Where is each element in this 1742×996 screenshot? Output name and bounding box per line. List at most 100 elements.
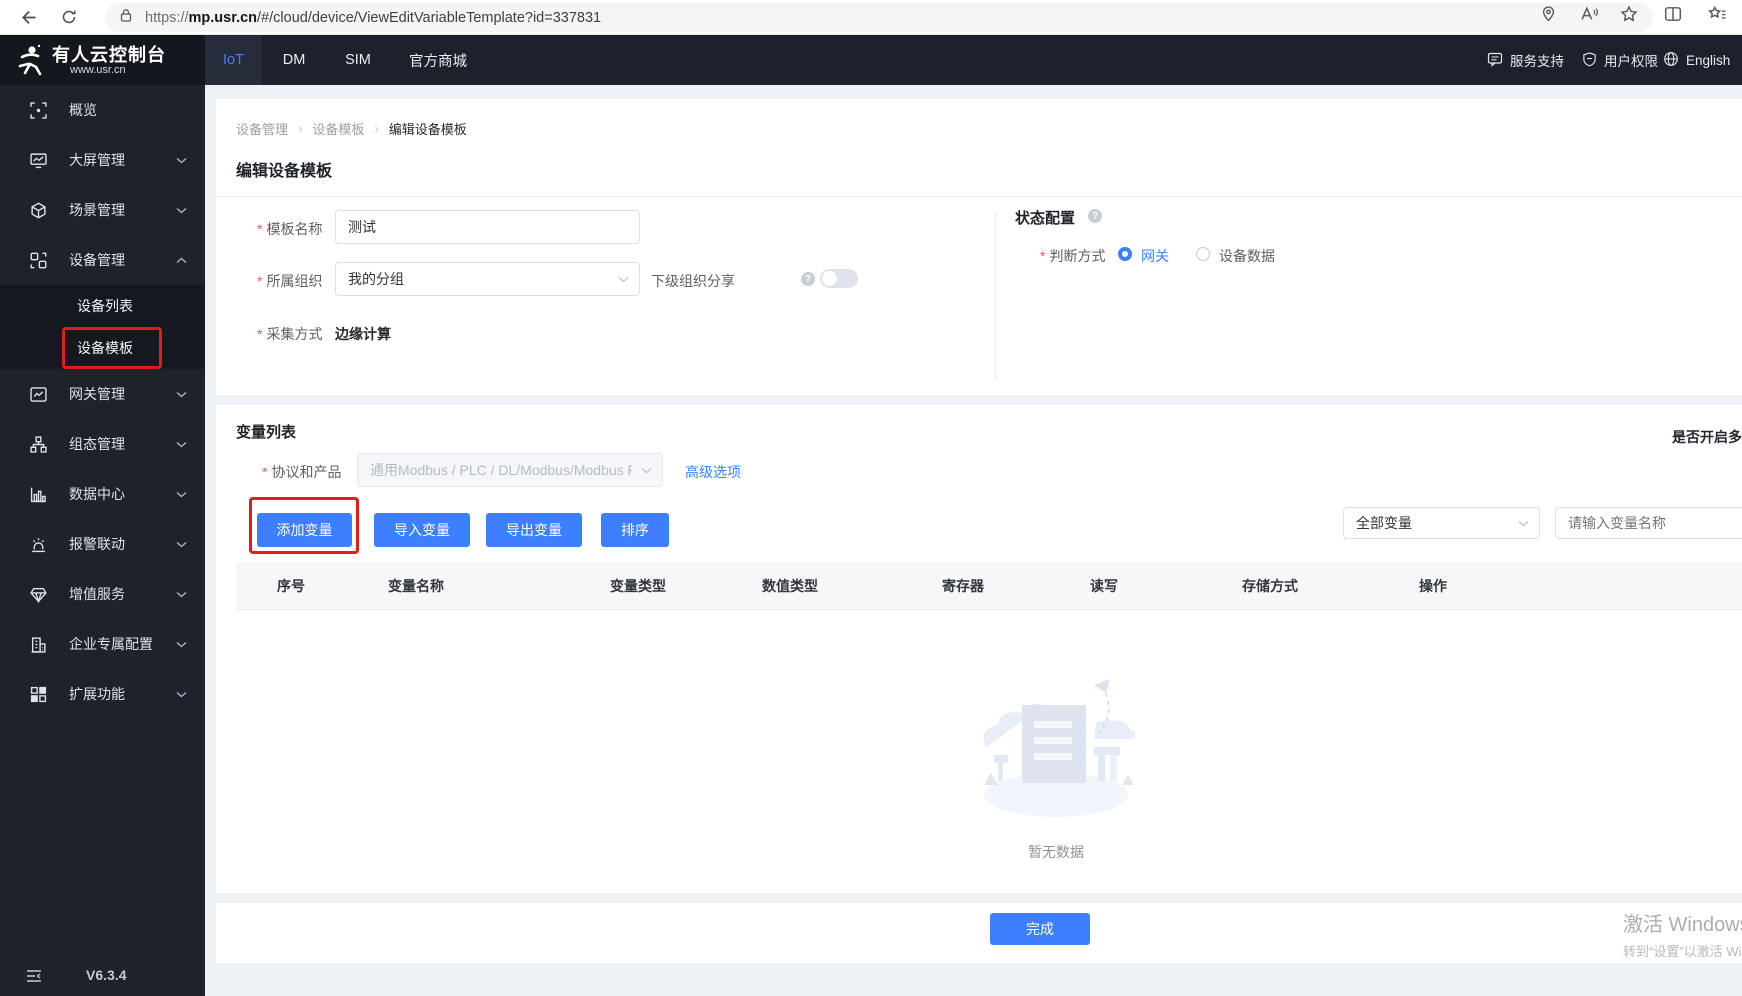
- chevron-down-icon: [176, 391, 187, 397]
- sidebar-item-screen-mgmt[interactable]: 大屏管理: [0, 135, 205, 185]
- scene-icon: [31, 201, 46, 219]
- col-index: 序号: [277, 578, 305, 594]
- col-storage-mode: 存储方式: [1242, 578, 1298, 594]
- sidebar-item-data-center[interactable]: 数据中心: [0, 469, 205, 519]
- tab-dm[interactable]: DM: [268, 35, 320, 85]
- variable-list-title: 变量列表: [236, 424, 297, 441]
- user-permissions-menu[interactable]: 用户权限: [1582, 35, 1658, 85]
- chevron-down-icon: [1518, 520, 1529, 526]
- chevron-down-icon: [176, 157, 187, 163]
- device-icon: [30, 252, 47, 268]
- add-variable-button[interactable]: 添加变量: [257, 513, 352, 547]
- chevron-down-icon: [176, 641, 187, 647]
- windows-activation-watermark: 激活 Windows 转到“设置”以激活 Windows: [1623, 908, 1742, 960]
- export-variable-button[interactable]: 导出变量: [486, 513, 582, 547]
- col-register: 寄存器: [942, 578, 984, 594]
- breadcrumb-device-mgmt[interactable]: 设备管理: [236, 119, 288, 138]
- tab-sim[interactable]: SIM: [328, 35, 388, 85]
- breadcrumb-device-template[interactable]: 设备模板: [312, 119, 364, 138]
- tab-official-mall[interactable]: 官方商城: [398, 35, 478, 85]
- sidebar-item-device-template[interactable]: 设备模板: [0, 327, 205, 369]
- radio-device-data[interactable]: [1196, 247, 1210, 261]
- location-pin-icon[interactable]: [1540, 5, 1560, 25]
- language-menu[interactable]: English: [1663, 35, 1730, 85]
- empty-state-illustration: [983, 679, 1136, 817]
- col-actions: 操作: [1419, 578, 1447, 594]
- sidebar-item-scene-mgmt[interactable]: 场景管理: [0, 185, 205, 235]
- shield-icon: [1582, 51, 1597, 70]
- sidebar: 概览 大屏管理 场景管理 设备管理 设备列表 设备模板 网关管理 组态管理 数据…: [0, 85, 205, 996]
- sub-org-share-toggle[interactable]: [820, 269, 858, 288]
- col-variable-name: 变量名称: [388, 578, 444, 594]
- multi-slave-label: 是否开启多从: [1672, 429, 1742, 445]
- sidebar-item-device-list[interactable]: 设备列表: [0, 285, 205, 327]
- sidebar-item-overview[interactable]: 概览: [0, 85, 205, 135]
- chevron-down-icon: [176, 541, 187, 547]
- sidebar-item-value-added-services[interactable]: 增值服务: [0, 569, 205, 619]
- watermark-line1: 激活 Windows: [1623, 914, 1742, 936]
- grid-squares-icon: [30, 686, 47, 702]
- service-support-menu[interactable]: 服务支持: [1487, 35, 1564, 85]
- help-question-icon[interactable]: ?: [801, 272, 815, 286]
- app-top-nav: 有人云控制台 www.usr.cn IoT DM SIM 官方商城 服务支持 用…: [0, 35, 1742, 85]
- app-window: https://mp.usr.cn/#/cloud/device/ViewEdi…: [0, 0, 1742, 996]
- favorite-star-icon[interactable]: [1620, 5, 1640, 25]
- collect-mode-value: 边缘计算: [335, 326, 391, 342]
- breadcrumb-separator: ›: [374, 121, 379, 136]
- brand-logo-block[interactable]: 有人云控制台 www.usr.cn: [0, 35, 205, 85]
- sidebar-item-extensions[interactable]: 扩展功能: [0, 669, 205, 719]
- scada-icon: [30, 435, 47, 453]
- chevron-down-icon: [176, 207, 187, 213]
- status-help-question-icon[interactable]: ?: [1088, 209, 1102, 223]
- template-info-panel: 设备管理 › 设备模板 › 编辑设备模板 编辑设备模板 *模板名称 *所属组织 …: [216, 99, 1742, 395]
- tab-iot[interactable]: IoT: [205, 35, 262, 85]
- org-select[interactable]: 我的分组: [335, 262, 640, 296]
- table-header-row: 序号 变量名称 变量类型 数值类型 寄存器 读写 存储方式 操作: [236, 562, 1742, 610]
- variable-search-input[interactable]: [1555, 507, 1742, 539]
- sidebar-item-alarm-linkage[interactable]: 报警联动: [0, 519, 205, 569]
- read-aloud-icon[interactable]: [1580, 5, 1600, 25]
- browser-toolbar: https://mp.usr.cn/#/cloud/device/ViewEdi…: [0, 0, 1742, 35]
- gateway-icon: [30, 386, 47, 402]
- collapse-sidebar-icon[interactable]: [26, 969, 42, 986]
- usr-logo-icon: [12, 42, 48, 81]
- breadcrumb: 设备管理 › 设备模板 › 编辑设备模板: [236, 119, 467, 138]
- radio-gateway[interactable]: [1118, 247, 1132, 261]
- sidebar-item-scada-mgmt[interactable]: 组态管理: [0, 419, 205, 469]
- status-config-title: 状态配置: [1015, 210, 1076, 227]
- bar-chart-icon: [30, 487, 46, 502]
- sidebar-item-device-mgmt[interactable]: 设备管理: [0, 235, 205, 285]
- chevron-down-icon: [176, 691, 187, 697]
- page-title: 编辑设备模板: [236, 163, 333, 180]
- radio-device-data-label[interactable]: 设备数据: [1219, 246, 1275, 266]
- sidebar-item-enterprise-config[interactable]: 企业专属配置: [0, 619, 205, 669]
- advanced-options-link[interactable]: 高级选项: [685, 462, 741, 482]
- lock-icon[interactable]: [119, 8, 139, 28]
- collect-mode-label: * 采集方式: [257, 326, 323, 342]
- empty-state-text: 暂无数据: [1028, 844, 1084, 860]
- watermark-line2: 转到“设置”以激活 Windows: [1623, 944, 1742, 959]
- done-button[interactable]: 完成: [990, 913, 1090, 945]
- sub-org-share-label: 下级组织分享: [651, 273, 735, 289]
- split-screen-icon[interactable]: [1664, 5, 1684, 25]
- judge-mode-label: * 判断方式: [1040, 248, 1106, 264]
- breadcrumb-separator: ›: [298, 121, 303, 136]
- template-name-label: * 模板名称: [257, 221, 323, 237]
- variable-filter-select[interactable]: 全部变量: [1343, 507, 1540, 539]
- chevron-down-icon: [176, 491, 187, 497]
- protocol-select: 通用Modbus / PLC / DL/Modbus/Modbus R1: [357, 453, 663, 487]
- sort-button[interactable]: 排序: [601, 513, 669, 547]
- chevron-down-icon: [618, 276, 629, 282]
- address-bar[interactable]: https://mp.usr.cn/#/cloud/device/ViewEdi…: [105, 3, 1653, 32]
- back-icon[interactable]: [14, 4, 40, 30]
- import-variable-button[interactable]: 导入变量: [374, 513, 470, 547]
- template-name-input[interactable]: [335, 210, 640, 244]
- refresh-icon[interactable]: [56, 4, 82, 30]
- favorites-hub-icon[interactable]: [1708, 5, 1728, 25]
- gem-shield-icon: [30, 587, 47, 603]
- sidebar-item-gateway-mgmt[interactable]: 网关管理: [0, 369, 205, 419]
- version-label: V6.3.4: [86, 967, 127, 983]
- brand-site: www.usr.cn: [70, 64, 126, 76]
- radio-gateway-label[interactable]: 网关: [1141, 246, 1169, 266]
- chevron-up-icon: [176, 257, 187, 263]
